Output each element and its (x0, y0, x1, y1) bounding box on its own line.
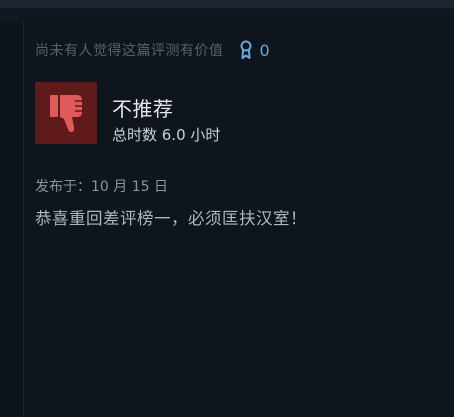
award-ribbon-icon[interactable] (239, 40, 253, 60)
playtime-hours: 总时数 6.0 小时 (112, 126, 221, 144)
helpful-text: 尚未有人觉得这篇评测有价值 (35, 43, 224, 59)
posted-date: 发布于：10 月 15 日 (35, 179, 168, 195)
verdict-title: 不推荐 (112, 97, 174, 121)
review-text: 恭喜重回差评榜一，必须匡扶汉室！ (35, 209, 307, 228)
review-card: 尚未有人觉得这篇评测有价值 0 不推荐 总时数 6.0 小时 发布于：10 月 … (23, 22, 454, 417)
top-bar-gap (0, 8, 454, 22)
card-divider (23, 22, 24, 417)
helpful-row: 尚未有人觉得这篇评测有价值 0 (35, 40, 270, 60)
thumbs-down-icon (50, 95, 82, 132)
thumbs-down-badge (35, 82, 97, 144)
top-bar (0, 0, 454, 8)
award-count: 0 (259, 40, 270, 60)
